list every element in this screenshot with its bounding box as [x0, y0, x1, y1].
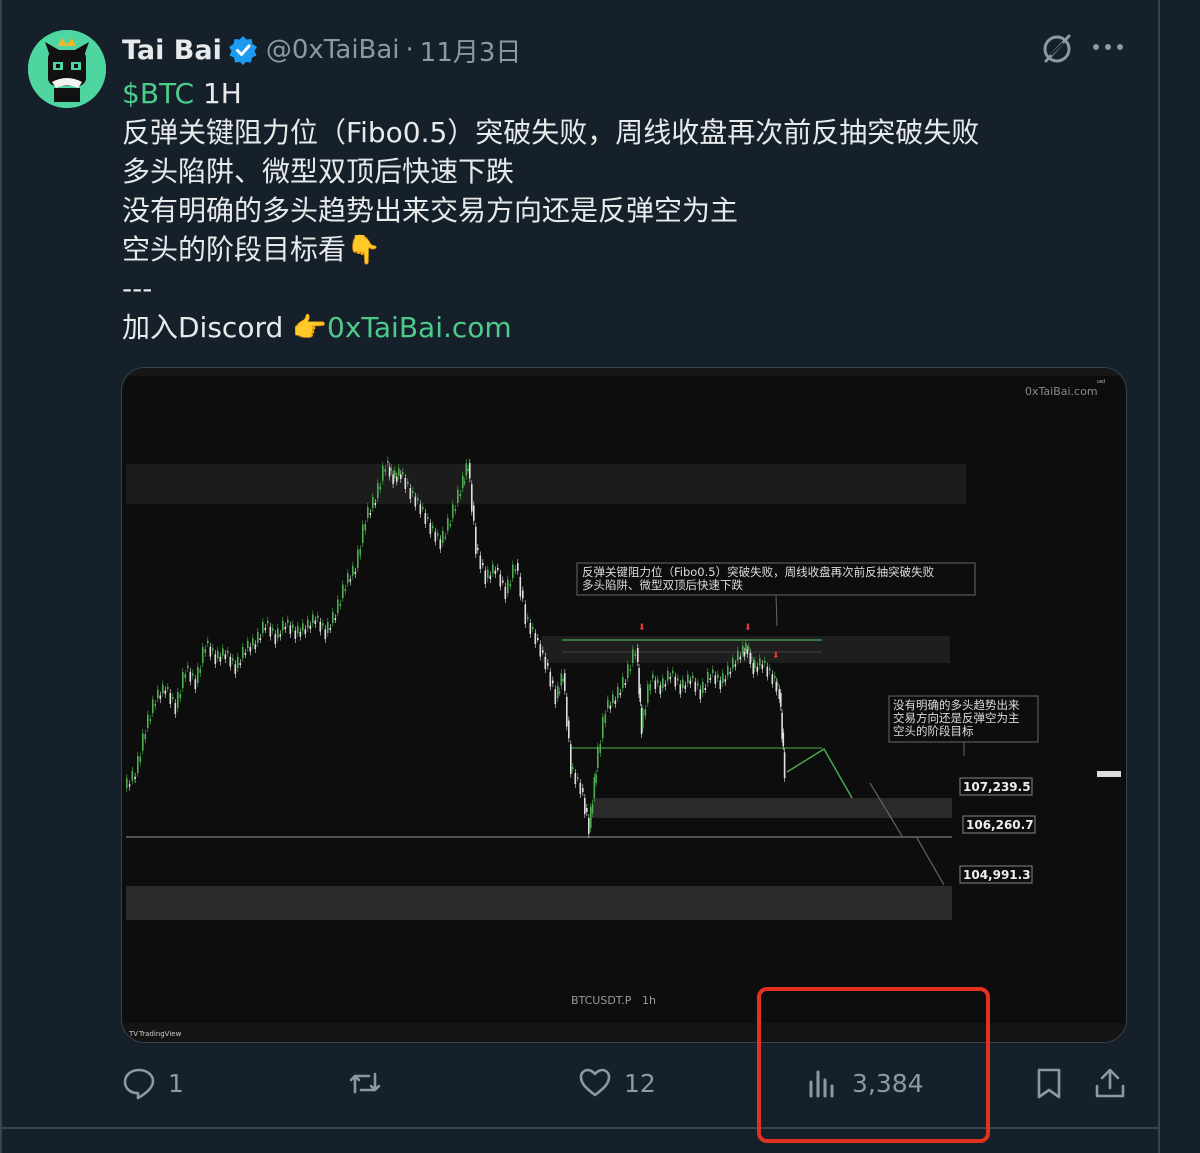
tweet-line-7: 加入Discord — [122, 311, 293, 344]
bookmark-icon — [1037, 1068, 1061, 1099]
views-highlight-box — [757, 987, 990, 1143]
watermark-text: 0xTaiBai.com — [1025, 385, 1098, 398]
interval-label: 1h — [642, 994, 656, 1007]
price-scale-marker — [1097, 771, 1121, 777]
verified-badge-icon — [228, 35, 258, 65]
annotation-2-line-2: 交易方向还是反弹空为主 — [893, 711, 1020, 725]
reply-button[interactable]: 1 — [122, 1066, 184, 1100]
share-icon — [1095, 1068, 1125, 1098]
annotation-1-line-2: 多头陷阱、微型双顶后快速下跌 — [582, 578, 743, 592]
bookmark-button[interactable] — [1032, 1066, 1066, 1100]
target-label-2: 106,260.7 — [966, 818, 1034, 832]
target-zone-1 — [592, 798, 952, 818]
tweet-text: $BTC 1H 反弹关键阻力位（Fibo0.5）突破失败，周线收盘再次前反抽突破… — [122, 74, 979, 347]
chart-image[interactable]: usd ⬇ ⬇ ⬇ 反弹关键阻力位（Fibo0.5）突破失败，周线收盘再次前反抽… — [121, 367, 1127, 1043]
top-marker-2: ⬇ — [744, 623, 752, 633]
tweet-date[interactable]: 11月3日 — [420, 32, 522, 69]
timeline-border-right — [1158, 0, 1160, 1153]
target-label-1: 107,239.5 — [963, 780, 1031, 794]
author-handle[interactable]: @0xTaiBai — [266, 35, 400, 65]
reply-icon — [123, 1068, 155, 1100]
grok-icon[interactable] — [1040, 32, 1074, 66]
timeline-border-left — [0, 0, 2, 1153]
header-separator: · — [405, 35, 414, 65]
tweet-line-2: 反弹关键阻力位（Fibo0.5）突破失败，周线收盘再次前反抽突破失败 — [122, 116, 980, 149]
retweet-icon — [349, 1072, 381, 1094]
heart-icon — [579, 1068, 611, 1097]
website-link[interactable]: 0xTaiBai.com — [327, 311, 512, 344]
reply-count: 1 — [168, 1068, 184, 1098]
annotation-2-line-1: 没有明确的多头趋势出来 — [893, 698, 1020, 712]
tweet-line-6: --- — [122, 272, 153, 305]
like-count: 12 — [624, 1068, 656, 1098]
tradingview-logo: TV — [128, 1030, 138, 1038]
like-button[interactable]: 12 — [578, 1066, 656, 1100]
annotation-2-line-3: 空头的阶段目标 — [893, 724, 974, 738]
annotation-1-line-1: 反弹关键阻力位（Fibo0.5）突破失败，周线收盘再次前反抽突破失败 — [582, 565, 935, 579]
cashtag-link[interactable]: $BTC — [122, 77, 194, 110]
share-button[interactable] — [1093, 1066, 1127, 1100]
point-right-emoji: 👉 — [292, 311, 328, 344]
timeframe-text: 1H — [202, 77, 242, 110]
tweet-header: Tai Bai @0xTaiBai · 11月3日 — [122, 30, 521, 70]
tweet-line-3: 多头陷阱、微型双顶后快速下跌 — [122, 155, 515, 188]
target-label-3: 104,991.3 — [963, 868, 1031, 882]
tweet-line-4: 没有明确的多头趋势出来交易方向还是反弹空为主 — [122, 194, 739, 227]
brand-label: TradingView — [138, 1030, 182, 1038]
resistance-zone-top — [126, 464, 966, 504]
svg-text:usd: usd — [1097, 379, 1105, 385]
trading-chart: usd ⬇ ⬇ ⬇ 反弹关键阻力位（Fibo0.5）突破失败，周线收盘再次前反抽… — [122, 368, 1126, 1042]
retweet-button[interactable] — [348, 1066, 394, 1100]
more-options-icon[interactable] — [1093, 44, 1123, 50]
point-down-emoji: 👇 — [346, 233, 381, 266]
top-marker-1: ⬇ — [638, 623, 646, 633]
author-name[interactable]: Tai Bai — [122, 35, 222, 66]
target-zone-3 — [126, 886, 952, 920]
top-marker-3: ⬇ — [772, 651, 780, 661]
tweet-line-5: 空头的阶段目标看 — [122, 233, 347, 266]
cat-avatar-icon — [28, 30, 106, 108]
author-avatar[interactable] — [28, 30, 106, 108]
symbol-label: BTCUSDT.P — [571, 994, 632, 1007]
